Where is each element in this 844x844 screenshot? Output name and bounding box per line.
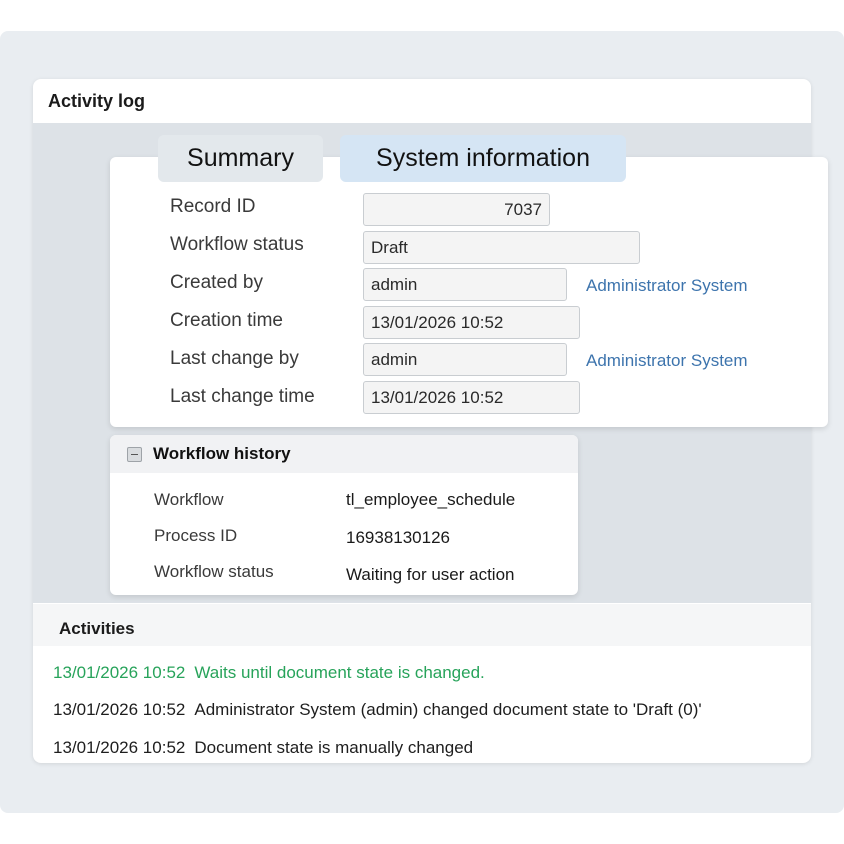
collapse-minus-icon[interactable]: [127, 447, 142, 462]
workflow-status-field[interactable]: Draft: [363, 231, 640, 264]
activity-time: 13/01/2026 10:52: [53, 663, 186, 682]
process-id-value: 16938130126: [346, 528, 451, 547]
created-by-field[interactable]: admin: [363, 268, 567, 301]
activity-item: 13/01/2026 10:52 Administrator System (ad…: [53, 700, 702, 720]
workflow-status-history-label: Workflow status: [154, 562, 274, 581]
process-id-label: Process ID: [154, 526, 238, 545]
creation-time-field[interactable]: 13/01/2026 10:52: [363, 306, 580, 339]
created-by-user-link[interactable]: Administrator System: [586, 276, 748, 296]
last-change-time-field[interactable]: 13/01/2026 10:52: [363, 381, 580, 414]
activity-time: 13/01/2026 10:52: [53, 738, 186, 757]
creation-time-label: Creation time: [170, 310, 283, 331]
last-change-time-label: Last change time: [170, 386, 315, 407]
tab-summary[interactable]: Summary: [158, 135, 323, 182]
activities-title: Activities: [59, 619, 135, 638]
workflow-status-history-value: Waiting for user action: [346, 565, 515, 584]
activity-text: Document state is manually changed: [194, 738, 474, 757]
record-id-label: Record ID: [170, 196, 256, 217]
last-change-by-field[interactable]: admin: [363, 343, 567, 376]
activity-text: Waits until document state is changed.: [194, 663, 485, 682]
activity-item: 13/01/2026 10:52 Waits until document sta…: [53, 663, 485, 683]
workflow-history-panel: Workflow history Workflow tl_employee_sc…: [110, 435, 578, 595]
last-change-by-user-link[interactable]: Administrator System: [586, 351, 748, 371]
record-id-field[interactable]: 7037: [363, 193, 550, 226]
card-title: Activity log: [48, 91, 146, 111]
created-by-label: Created by: [170, 272, 263, 293]
workflow-label: Workflow: [154, 490, 224, 509]
activity-time: 13/01/2026 10:52: [53, 700, 186, 719]
activity-item: 13/01/2026 10:52 Document state is manual…: [53, 738, 473, 758]
activity-text: Administrator System (admin) changed doc…: [194, 700, 702, 719]
last-change-by-label: Last change by: [170, 348, 299, 369]
activities-header: [33, 604, 811, 646]
tab-system-information[interactable]: System information: [340, 135, 626, 182]
workflow-value: tl_employee_schedule: [346, 490, 516, 509]
workflow-status-label: Workflow status: [170, 234, 304, 255]
workflow-history-title: Workflow history: [153, 444, 291, 463]
